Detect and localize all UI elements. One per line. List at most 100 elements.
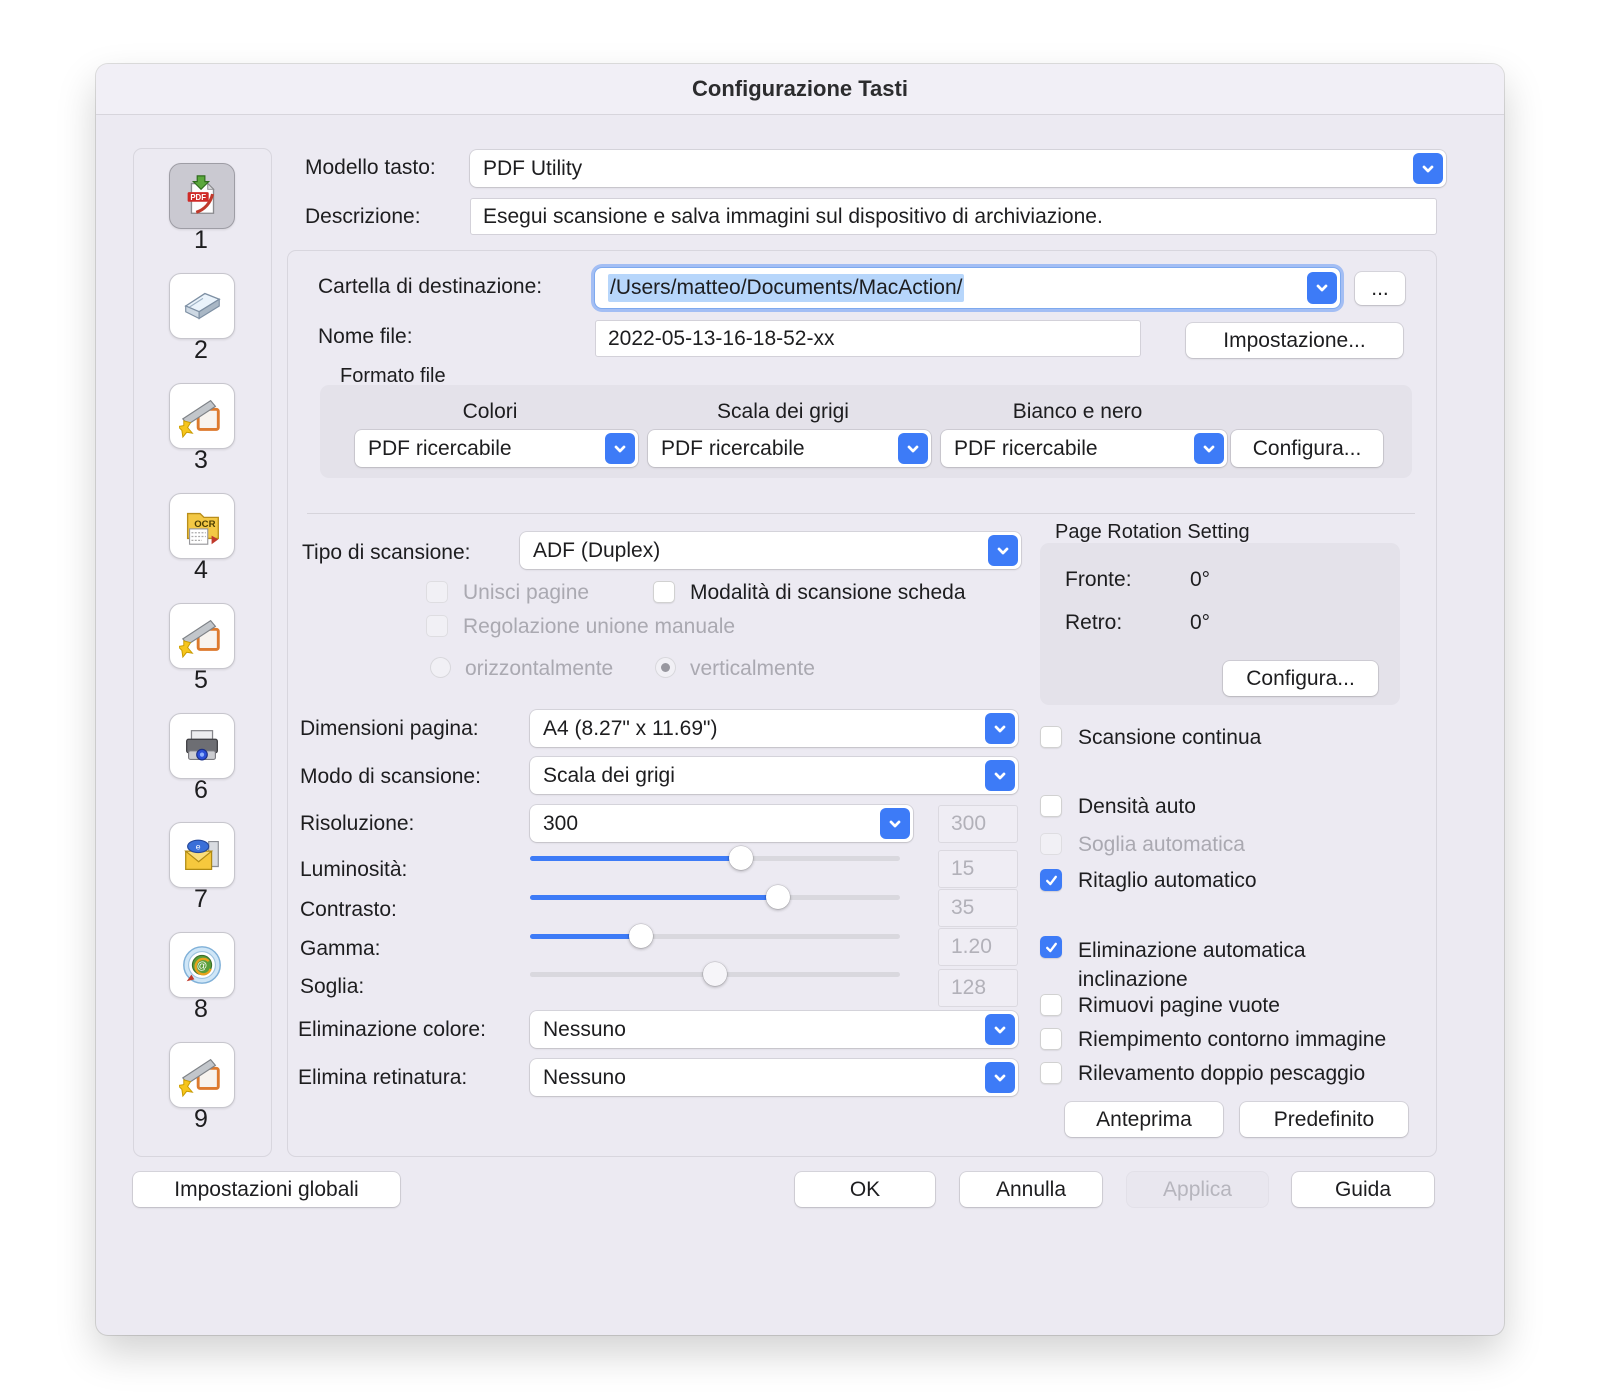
slider-thumb — [703, 962, 727, 986]
bw-format-value: PDF ricercabile — [954, 436, 1098, 460]
chevron-down-icon — [988, 535, 1018, 566]
edge-fill-checkbox[interactable] — [1040, 1028, 1062, 1050]
auto-density-checkbox[interactable] — [1040, 795, 1062, 817]
sidebar-label-6: 6 — [194, 776, 208, 804]
printer-icon — [186, 730, 218, 761]
sidebar-button-9[interactable] — [169, 1042, 235, 1108]
apply-button: Applica — [1127, 1172, 1268, 1207]
sidebar-label-2: 2 — [194, 336, 208, 364]
continuous-scan-checkbox[interactable] — [1040, 726, 1062, 748]
format-configure-button[interactable]: Configura... — [1231, 430, 1383, 467]
back-rotation-value: 0° — [1190, 611, 1211, 634]
color-dropout-value: Nessuno — [543, 1017, 626, 1041]
global-settings-label: Impostazioni globali — [174, 1177, 359, 1201]
color-format-popup[interactable]: PDF ricercabile — [355, 430, 638, 467]
help-button[interactable]: Guida — [1292, 1172, 1434, 1207]
front-rotation-value: 0° — [1190, 568, 1211, 591]
chevron-down-icon — [985, 760, 1015, 791]
page-size-value: A4 (8.27" x 11.69") — [543, 716, 718, 740]
scan-mode-value: Scala dei grigi — [543, 763, 675, 787]
scan-type-popup[interactable]: ADF (Duplex) — [520, 532, 1021, 569]
browse-button[interactable]: ... — [1355, 272, 1405, 305]
destination-combo[interactable]: /Users/matteo/Documents/MacAction/ — [595, 268, 1340, 308]
sidebar-label-8: 8 — [194, 995, 208, 1023]
default-button[interactable]: Predefinito — [1240, 1102, 1408, 1137]
sidebar-label-3: 3 — [194, 446, 208, 474]
global-settings-button[interactable]: Impostazioni globali — [133, 1172, 400, 1207]
check-icon — [1045, 942, 1057, 952]
model-popup[interactable]: PDF Utility — [470, 150, 1446, 187]
auto-deskew-checkbox[interactable] — [1040, 936, 1062, 958]
sidebar-button-3[interactable] — [169, 383, 235, 449]
rotation-configure-button[interactable]: Configura... — [1223, 661, 1378, 696]
resolution-popup[interactable]: 300 — [530, 805, 913, 842]
scan-type-label: Tipo di scansione: — [302, 541, 471, 564]
ok-button[interactable]: OK — [795, 1172, 935, 1207]
vertical-radio-label: verticalmente — [690, 657, 815, 680]
cancel-button-label: Annulla — [995, 1177, 1067, 1201]
rotation-configure-label: Configura... — [1246, 666, 1355, 690]
front-rotation-label: Fronte: — [1065, 568, 1132, 591]
sidebar-label-5: 5 — [194, 666, 208, 694]
page-size-popup[interactable]: A4 (8.27" x 11.69") — [530, 710, 1018, 747]
description-field[interactable]: Esegui scansione e salva immagini sul di… — [470, 198, 1437, 235]
section-divider — [307, 513, 1415, 514]
slider-thumb[interactable] — [629, 924, 653, 948]
descreen-popup[interactable]: Nessuno — [530, 1059, 1018, 1096]
sidebar-button-7[interactable]: e — [169, 822, 235, 888]
sidebar-button-5[interactable] — [169, 603, 235, 669]
slider-thumb[interactable] — [765, 885, 790, 909]
preview-button[interactable]: Anteprima — [1065, 1102, 1223, 1137]
titlebar[interactable]: Configurazione Tasti — [96, 64, 1504, 115]
chevron-down-icon — [1194, 433, 1224, 464]
setting-button[interactable]: Impostazione... — [1186, 323, 1403, 358]
browse-button-label: ... — [1371, 276, 1389, 300]
slider-thumb[interactable] — [728, 846, 753, 870]
threshold-value-box: 128 — [938, 969, 1018, 1007]
auto-threshold-checkbox — [1040, 833, 1062, 855]
remove-blank-label: Rimuovi pagine vuote — [1078, 994, 1280, 1017]
color-dropout-popup[interactable]: Nessuno — [530, 1011, 1018, 1048]
scan-app-icon — [179, 1058, 220, 1098]
double-feed-checkbox[interactable] — [1040, 1062, 1062, 1084]
sidebar-button-8[interactable]: @ — [169, 932, 235, 998]
threshold-label: Soglia: — [300, 975, 365, 998]
horizontal-radio-label: orizzontalmente — [465, 657, 614, 680]
double-feed-label: Rilevamento doppio pescaggio — [1078, 1062, 1366, 1085]
remove-blank-checkbox[interactable] — [1040, 994, 1062, 1016]
scan-app-icon — [179, 619, 220, 659]
sidebar-button-6[interactable] — [169, 713, 235, 779]
chevron-down-icon — [1307, 272, 1337, 304]
chevron-down-icon — [985, 1062, 1015, 1093]
brightness-slider[interactable] — [530, 846, 900, 870]
auto-crop-checkbox[interactable] — [1040, 869, 1062, 891]
sidebar-label-7: 7 — [194, 885, 208, 913]
threshold-value: 128 — [951, 976, 987, 999]
color-format-value: PDF ricercabile — [368, 436, 512, 460]
bw-format-popup[interactable]: PDF ricercabile — [941, 430, 1227, 467]
chevron-down-icon — [605, 433, 635, 464]
sidebar-label-9: 9 — [194, 1105, 208, 1133]
descreen-label: Elimina retinatura: — [298, 1066, 468, 1089]
gamma-slider[interactable] — [530, 924, 900, 948]
gamma-value: 1.20 — [951, 935, 992, 958]
svg-text:PDF: PDF — [190, 193, 206, 202]
grayscale-format-popup[interactable]: PDF ricercabile — [648, 430, 931, 467]
cancel-button[interactable]: Annulla — [960, 1172, 1102, 1207]
brightness-value: 15 — [951, 857, 975, 880]
contrast-slider[interactable] — [530, 885, 900, 909]
sidebar-button-4[interactable]: OCR — [169, 493, 235, 559]
sidebar-button-1[interactable]: PDF — [169, 163, 235, 229]
resolution-value: 300 — [543, 811, 579, 835]
sidebar-button-2[interactable] — [169, 273, 235, 339]
destination-label: Cartella di destinazione: — [318, 275, 543, 298]
scan-mode-popup[interactable]: Scala dei grigi — [530, 757, 1018, 794]
chevron-down-icon — [985, 1014, 1015, 1045]
auto-crop-label: Ritaglio automatico — [1078, 869, 1257, 892]
svg-text:@: @ — [197, 960, 208, 972]
contrast-value-box: 35 — [938, 889, 1018, 927]
card-scan-mode-label: Modalità di scansione scheda — [690, 581, 966, 604]
page-rotation-group-label: Page Rotation Setting — [1055, 521, 1250, 543]
card-scan-mode-checkbox[interactable] — [653, 581, 675, 603]
filename-field[interactable]: 2022-05-13-16-18-52-xx — [595, 320, 1141, 357]
